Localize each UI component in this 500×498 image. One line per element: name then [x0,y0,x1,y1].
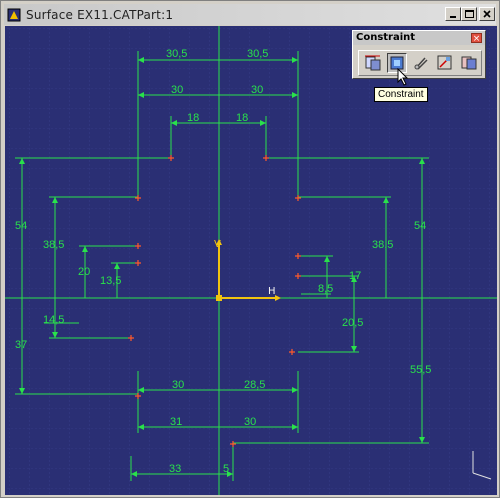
dim-20-5[interactable]: 20,5 [342,317,363,329]
dim-20[interactable]: 20 [78,266,90,278]
close-button[interactable] [479,7,495,21]
dim-55-5[interactable]: 55,5 [410,364,431,376]
dim-30-lower[interactable]: 30 [172,379,184,391]
sketch-window: Surface EX11.CATPart:1 H V 30,5 30,5 30 … [0,0,500,498]
fix-together-button[interactable] [411,53,431,73]
mouse-cursor-icon [397,68,409,86]
toolbar-close-button[interactable]: × [471,33,482,44]
v-axis-label: V [214,239,221,250]
h-axis-label: H [268,286,276,297]
dim-17[interactable]: 17 [349,270,361,282]
toolbar-button-row [358,50,482,76]
fix-together-icon [414,57,428,70]
dim-30-right[interactable]: 30 [251,84,263,96]
dim-18-right[interactable]: 18 [236,112,248,124]
dim-33[interactable]: 33 [169,463,181,475]
minimize-icon [450,16,456,18]
dim-13-5[interactable]: 13,5 [100,275,121,287]
dim-31[interactable]: 31 [170,416,182,428]
dim-38-5-left[interactable]: 38,5 [43,239,64,251]
maximize-button[interactable] [461,7,477,21]
toolbar-title[interactable]: Constraint [353,31,485,45]
maximize-icon [464,10,474,18]
dim-18-left[interactable]: 18 [187,112,199,124]
dim-5[interactable]: 5 [223,463,229,475]
dim-54-right[interactable]: 54 [414,220,426,232]
constraint-button[interactable] [363,53,383,73]
close-icon [483,10,491,18]
dim-38-5-right[interactable]: 38,5 [372,239,393,251]
dim-28-5[interactable]: 28,5 [244,379,265,391]
dim-30-5-left[interactable]: 30,5 [166,48,187,60]
dim-54-left[interactable]: 54 [15,220,27,232]
dim-30-lower-right[interactable]: 30 [244,416,256,428]
animate-constraint-icon [461,56,477,70]
minimize-button[interactable] [445,7,461,21]
constraint-tooltip: Constraint [374,87,428,102]
catia-part-icon [7,8,21,21]
dim-30-left[interactable]: 30 [171,84,183,96]
auto-constraint-icon [437,55,452,70]
auto-constraint-button[interactable] [435,53,455,73]
window-titlebar[interactable]: Surface EX11.CATPart:1 [4,4,496,25]
dim-8-5[interactable]: 8,5 [318,283,333,295]
dim-14-5[interactable]: 14,5 [43,314,64,326]
dim-30-5-right[interactable]: 30,5 [247,48,268,60]
animate-constraint-button[interactable] [459,53,479,73]
constraint-toolbar[interactable]: Constraint × [352,30,486,79]
constraint-icon [365,55,381,71]
window-title: Surface EX11.CATPart:1 [26,7,174,22]
dim-37[interactable]: 37 [15,339,27,351]
